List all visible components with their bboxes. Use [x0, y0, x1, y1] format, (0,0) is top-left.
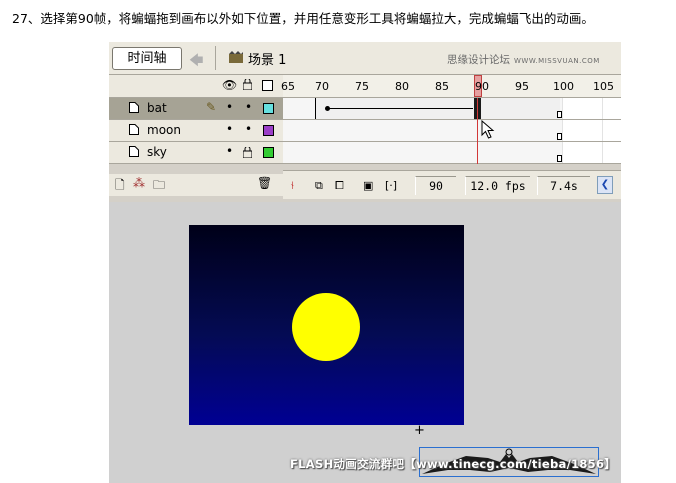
- layer-list: bat ✎ • • moon • • sky •: [109, 98, 283, 164]
- layer-icon: [129, 102, 139, 113]
- scene-icon: [229, 51, 243, 63]
- scroll-left-button[interactable]: ❮: [597, 176, 613, 194]
- separator: [215, 46, 216, 70]
- visibility-dot[interactable]: •: [226, 144, 233, 158]
- ruler-tick: 75: [355, 80, 369, 93]
- timeline-toolbar: 时间轴 🡄 场景 1 思缘设计论坛 WWW.MISSVUAN.COM: [109, 42, 621, 75]
- stage-canvas[interactable]: [189, 225, 464, 425]
- layer-name: sky: [147, 145, 167, 159]
- watermark-top: 思缘设计论坛 WWW.MISSVUAN.COM: [447, 54, 600, 66]
- outline-icon[interactable]: [262, 80, 273, 91]
- delete-layer-icon[interactable]: 🗑: [257, 176, 272, 190]
- tween-arrow: [327, 108, 473, 109]
- frame-ruler[interactable]: 65 70 75 80 85 90 95 100 105: [281, 75, 621, 98]
- frame-end-marker: [557, 111, 562, 118]
- instruction-text: 27、选择第90帧，将蝙蝠拖到画布以外如下位置，并用任意变形工具将蝙蝠拉大，完成…: [12, 11, 594, 26]
- ruler-tick: 90: [475, 80, 489, 93]
- layer-icon: [129, 146, 139, 157]
- current-frame-field: 90: [415, 176, 456, 195]
- add-guide-icon[interactable]: ⁂: [133, 176, 145, 190]
- frame-span: [283, 120, 562, 141]
- work-area[interactable]: +: [109, 202, 621, 483]
- playhead-line: [477, 98, 478, 164]
- scene-label[interactable]: 场景 1: [248, 49, 286, 68]
- layer-row-sky[interactable]: sky •: [109, 142, 283, 164]
- layer-color-swatch[interactable]: [263, 125, 274, 136]
- layer-name: bat: [147, 101, 167, 115]
- onion-skin-icon[interactable]: ⧉: [315, 179, 323, 193]
- flash-window: 时间轴 🡄 场景 1 思缘设计论坛 WWW.MISSVUAN.COM 👁 65 7…: [109, 42, 621, 483]
- moon-shape[interactable]: [292, 293, 360, 361]
- ruler-tick: 80: [395, 80, 409, 93]
- layer-header: 👁: [109, 75, 283, 98]
- insert-folder-icon[interactable]: 🗀: [153, 176, 165, 197]
- frame-row-bat[interactable]: [283, 98, 621, 120]
- ruler-tick: 100: [553, 80, 574, 93]
- layer-color-swatch[interactable]: [263, 103, 274, 114]
- layer-icon: [129, 124, 139, 135]
- ruler-tick: 85: [435, 80, 449, 93]
- back-arrow-icon[interactable]: 🡄: [189, 50, 203, 74]
- frame-row-moon[interactable]: [283, 120, 621, 142]
- eye-icon[interactable]: 👁: [222, 78, 237, 92]
- pencil-icon: ✎: [206, 100, 217, 114]
- frame-span: [283, 142, 562, 163]
- edit-multiple-icon[interactable]: ▣: [363, 179, 373, 192]
- layer-row-moon[interactable]: moon • •: [109, 120, 283, 142]
- frame-grid[interactable]: [283, 98, 621, 164]
- frame-end-marker: [557, 133, 562, 140]
- onion-outline-icon[interactable]: ⧠: [335, 179, 344, 193]
- modify-markers-icon[interactable]: [·]: [385, 179, 397, 192]
- insert-layer-icon[interactable]: 🗋: [115, 176, 125, 197]
- footer-watermark: FLASH动画交流群吧【www.tinecg.com/tieba/1856】: [290, 457, 617, 471]
- frame-rate-field: 12.0 fps: [465, 176, 530, 195]
- lock-icon[interactable]: [243, 79, 252, 90]
- ruler-tick: 65: [281, 80, 295, 93]
- ruler-tick: 105: [593, 80, 614, 93]
- layer-name: moon: [147, 123, 181, 137]
- lock-dot[interactable]: •: [245, 100, 252, 114]
- frame-end-marker: [557, 155, 562, 162]
- visibility-dot[interactable]: •: [226, 122, 233, 136]
- ruler-tick: 95: [515, 80, 529, 93]
- layer-tools: 🗋 ⁂ 🗀 🗑: [109, 174, 283, 196]
- crosshair-icon: +: [414, 423, 425, 438]
- frame-row-sky[interactable]: [283, 142, 621, 164]
- visibility-dot[interactable]: •: [226, 100, 233, 114]
- timeline-button[interactable]: 时间轴: [112, 47, 182, 70]
- layer-color-swatch[interactable]: [263, 147, 274, 158]
- mouse-cursor-icon: [481, 120, 495, 139]
- timeline-status-bar: ⫮ ⧉ ⧠ ▣ [·] 90 12.0 fps 7.4s ❮: [283, 170, 621, 199]
- center-frame-icon[interactable]: ⫮: [291, 179, 294, 193]
- ruler-tick: 70: [315, 80, 329, 93]
- lock-dot[interactable]: •: [245, 122, 252, 136]
- elapsed-time-field: 7.4s: [537, 176, 590, 195]
- layer-row-bat[interactable]: bat ✎ • •: [109, 98, 283, 120]
- keyframe-marker: [315, 98, 316, 119]
- lock-icon[interactable]: [243, 147, 252, 158]
